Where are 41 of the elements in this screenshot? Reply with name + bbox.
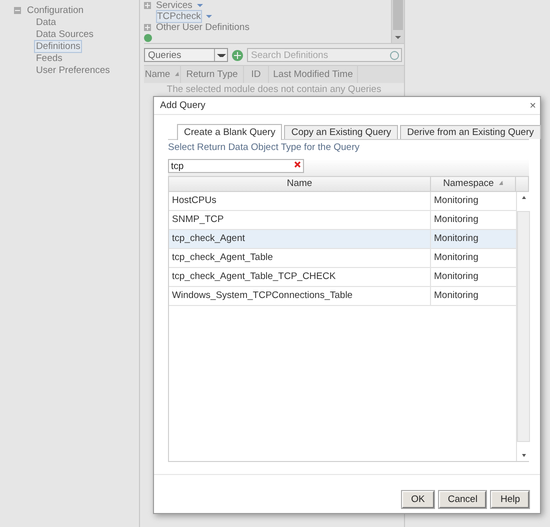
table-cell-text: Monitoring: [433, 251, 480, 265]
table-row[interactable]: tcp_check_Agent_Table_TCP_CHECK Monitoring: [169, 268, 516, 287]
table-row[interactable]: Windows_System_TCPConnections_Table Monitoring: [169, 287, 516, 306]
close-button[interactable]: ×: [530, 100, 536, 112]
table-cell-text: Monitoring: [433, 270, 480, 284]
tab[interactable]: Copy an Existing Query: [284, 125, 398, 139]
table-row[interactable]: HostCPUs Monitoring: [169, 192, 516, 211]
empty-message: The selected module does not contain any Queries: [166, 83, 382, 97]
table-cell: tcp_check_Agent_Table_TCP_CHECK: [169, 268, 431, 286]
expand-icon[interactable]: [144, 24, 151, 31]
search-field[interactable]: Search Definitions: [251, 50, 371, 60]
dialog-button[interactable]: Cancel: [438, 491, 486, 508]
table-cell: tcp_check_Agent: [169, 230, 431, 248]
tab[interactable]: Derive from an Existing Query: [400, 125, 541, 139]
table-cell: SNMP_TCP: [169, 211, 431, 229]
tab[interactable]: Create a Blank Query: [177, 124, 282, 140]
dialog-button[interactable]: Help: [491, 491, 529, 508]
column-header[interactable]: Name: [169, 177, 431, 191]
filter-field[interactable]: tcp: [168, 159, 304, 173]
scrollbar[interactable]: [516, 192, 530, 461]
table-cell: Windows_System_TCPConnections_Table: [169, 287, 431, 305]
caret-icon[interactable]: [197, 4, 204, 7]
type-dropdown[interactable]: Queries: [144, 48, 228, 62]
table-cell-text: Monitoring: [433, 289, 480, 303]
table-cell-text: Monitoring: [433, 232, 480, 246]
collapse-icon[interactable]: [14, 6, 21, 14]
caret-icon[interactable]: [206, 14, 212, 18]
table-row[interactable]: tcp_check_Agent Monitoring: [169, 230, 516, 249]
expand-icon[interactable]: [144, 2, 151, 9]
scrollbar[interactable]: [391, 0, 404, 43]
table-cell-text: Monitoring: [433, 213, 480, 227]
dialog-title: Add Query: [160, 100, 206, 111]
table-cell: tcp_check_Agent_Table: [169, 249, 431, 267]
table-cell-text: Monitoring: [433, 194, 480, 208]
column-header[interactable]: Namespace: [431, 177, 516, 191]
search-icon[interactable]: [390, 50, 399, 60]
dialog-button[interactable]: OK: [402, 491, 434, 508]
table-cell: HostCPUs: [169, 192, 431, 210]
table-row[interactable]: tcp_check_Agent_Table Monitoring: [169, 249, 516, 268]
search-field[interactable]: Search Definitions: [247, 48, 402, 62]
instruction-text: Select Return Data Object Type for the Query: [168, 142, 361, 153]
